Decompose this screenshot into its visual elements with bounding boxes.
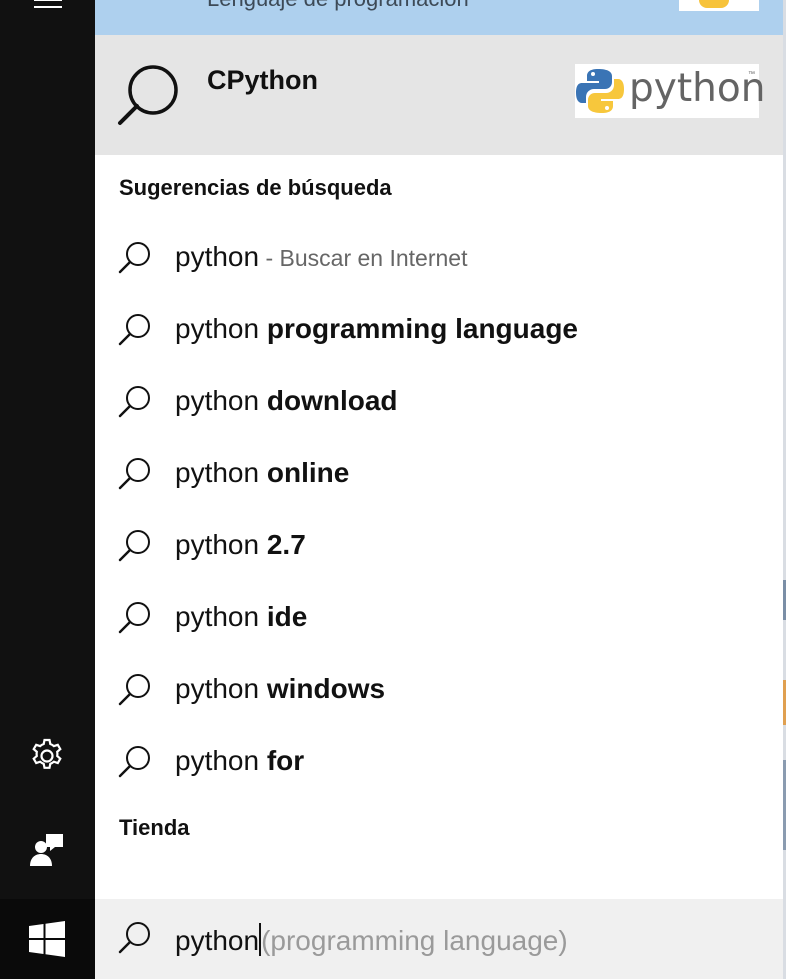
- suggestion-query: python: [175, 529, 260, 560]
- python-logo: python ™: [575, 64, 765, 118]
- store-heading: Tienda: [119, 815, 190, 840]
- suggestion-completion: ide: [266, 601, 308, 632]
- suggestion-query: python: [175, 745, 260, 776]
- suggestion-completion: 2.7: [266, 529, 306, 560]
- suggestion-query: python: [175, 385, 260, 416]
- suggestion-text: python windows: [175, 673, 385, 705]
- gear-icon[interactable]: [28, 737, 66, 775]
- search-autocomplete-hint: (programming language): [261, 925, 568, 956]
- suggestion-completion: for: [266, 745, 305, 776]
- search-icon: [117, 239, 155, 282]
- search-icon: [118, 65, 178, 125]
- top-result-thumbnail: [679, 0, 759, 11]
- suggestion-item[interactable]: python programming language: [95, 299, 783, 361]
- suggestion-item[interactable]: python - Buscar en Internet: [95, 227, 783, 289]
- suggestion-text: python for: [175, 745, 304, 777]
- trademark-symbol: ™: [748, 71, 755, 78]
- suggestion-hint: - Buscar en Internet: [259, 245, 468, 271]
- search-icon: [117, 455, 155, 498]
- suggestion-query: python: [175, 601, 260, 632]
- suggestion-item[interactable]: python online: [95, 443, 783, 505]
- top-result-item[interactable]: Lenguaje de programación: [95, 0, 783, 35]
- suggestion-text: python 2.7: [175, 529, 306, 561]
- suggestion-query: python: [175, 241, 260, 272]
- suggestions-heading: Sugerencias de búsqueda: [119, 175, 392, 200]
- feedback-icon[interactable]: [29, 832, 65, 870]
- search-input-value: python: [175, 925, 260, 956]
- suggestion-text: python online: [175, 457, 349, 489]
- top-result-label: Lenguaje de programación: [207, 0, 469, 12]
- windows-logo-icon: [29, 921, 65, 957]
- suggestion-item[interactable]: python for: [95, 731, 783, 793]
- search-results-panel: Lenguaje de programación CPython python …: [95, 0, 783, 979]
- suggestion-completion: online: [266, 457, 350, 488]
- suggestion-text: python ide: [175, 601, 307, 633]
- suggestion-completion: download: [266, 385, 398, 416]
- search-icon: [117, 527, 155, 570]
- suggestion-completion: windows: [266, 673, 386, 704]
- suggestion-item[interactable]: python windows: [95, 659, 783, 721]
- search-input[interactable]: python(programming language): [175, 923, 568, 957]
- search-icon: [117, 383, 155, 426]
- search-icon: [117, 599, 155, 642]
- hamburger-icon[interactable]: [34, 0, 62, 8]
- python-wordmark: python: [629, 66, 766, 111]
- python-snakes-icon: [576, 69, 624, 113]
- start-button[interactable]: [0, 899, 95, 979]
- suggestion-query: python: [175, 313, 260, 344]
- suggestion-query: python: [175, 673, 260, 704]
- search-icon: [117, 743, 155, 786]
- suggestion-query: python: [175, 457, 260, 488]
- search-icon: [117, 671, 155, 714]
- suggestion-item[interactable]: python ide: [95, 587, 783, 649]
- suggestion-item[interactable]: python download: [95, 371, 783, 433]
- suggestion-item[interactable]: python 2.7: [95, 515, 783, 577]
- suggestion-text: python programming language: [175, 313, 578, 345]
- search-icon: [118, 922, 150, 954]
- search-icon: [117, 311, 155, 354]
- sidebar: [0, 0, 95, 979]
- best-match-title: CPython: [207, 65, 318, 95]
- search-box[interactable]: python(programming language): [95, 899, 783, 979]
- suggestion-completion: programming language: [266, 313, 579, 344]
- suggestion-text: python - Buscar en Internet: [175, 241, 467, 273]
- suggestion-text: python download: [175, 385, 398, 417]
- best-match-item[interactable]: CPython python ™: [95, 35, 783, 155]
